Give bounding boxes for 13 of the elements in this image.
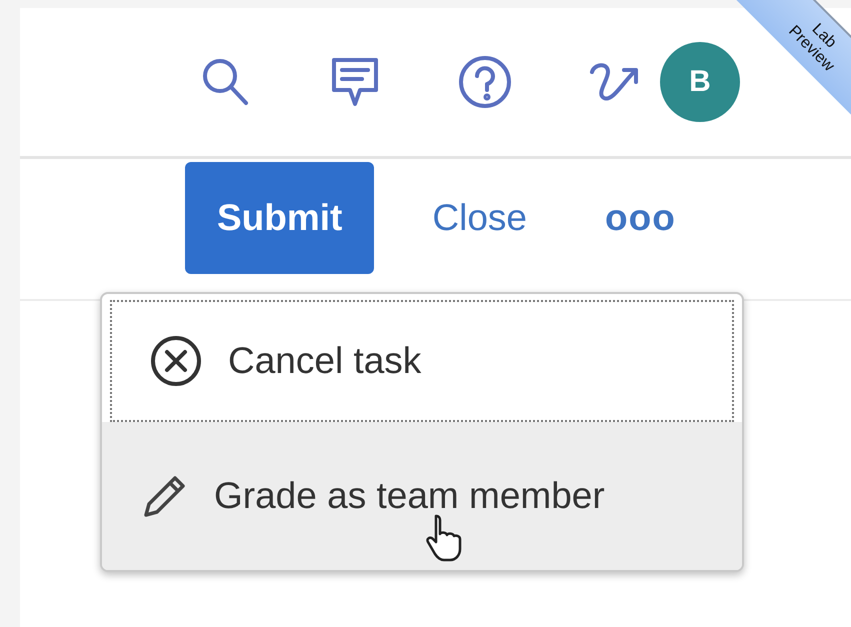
close-button[interactable]: Close [404,178,555,258]
hand-cursor-icon [424,512,464,562]
menu-item[interactable]: Cancel task [110,300,734,422]
user-avatar[interactable]: B [660,42,740,122]
menu-item-label: Grade as team member [214,475,605,517]
close-circle-icon [150,335,202,387]
search-icon [200,56,250,108]
more-button[interactable]: ooo [585,178,696,258]
menu-item-label: Cancel task [228,340,422,382]
help-icon [457,54,513,110]
submit-button[interactable]: Submit [185,162,374,274]
menu-item[interactable]: Grade as team member [102,422,742,570]
pencil-icon [142,473,188,519]
